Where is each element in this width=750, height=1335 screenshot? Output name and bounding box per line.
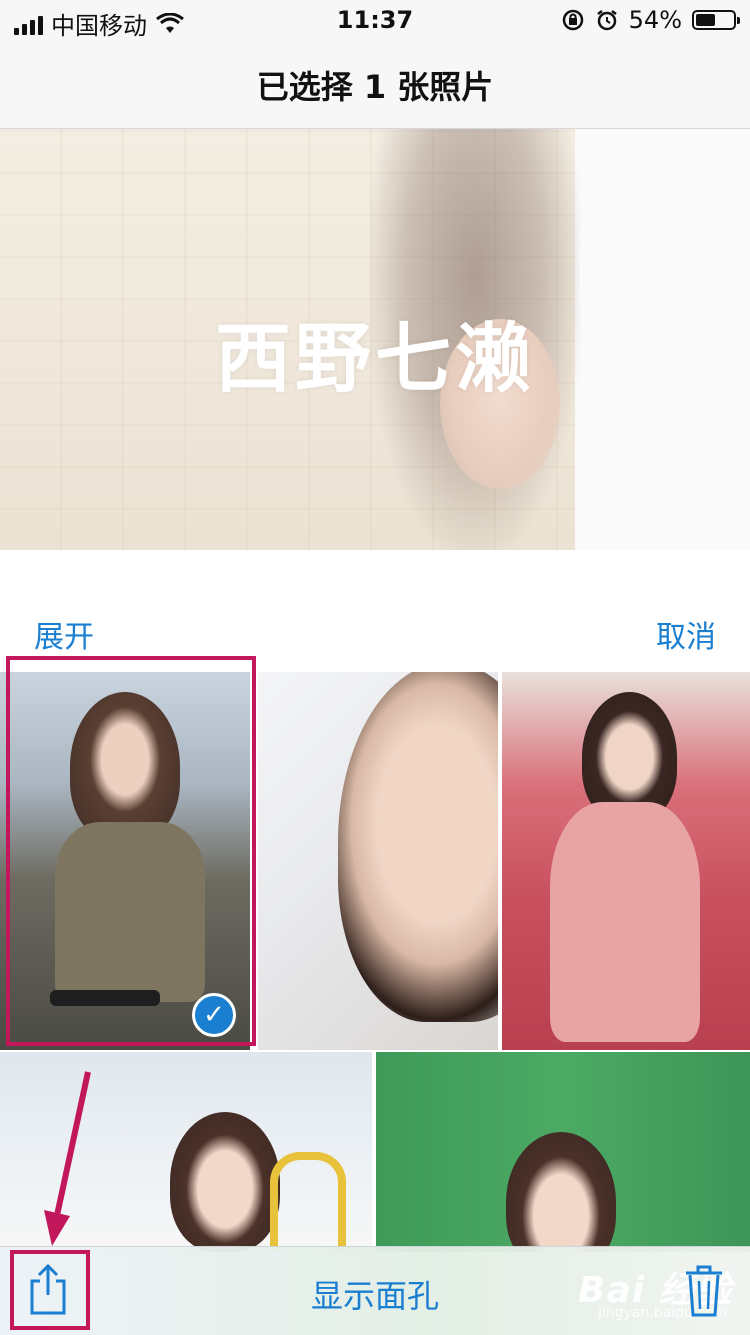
nav-bar: 已选择 1 张照片 xyxy=(0,40,750,129)
cancel-button[interactable]: 取消 xyxy=(656,612,716,656)
memory-title: 西野七濑 xyxy=(215,314,535,403)
photo-thumbnail[interactable] xyxy=(376,1052,750,1252)
alarm-icon xyxy=(596,10,617,31)
checkmark-icon: ✓ xyxy=(192,993,236,1037)
photo-thumbnail[interactable] xyxy=(258,672,498,1050)
status-right: 54% xyxy=(561,6,740,34)
rotation-lock-icon xyxy=(562,9,583,31)
expand-button[interactable]: 展开 xyxy=(34,612,94,656)
selection-highlight xyxy=(6,656,256,1046)
action-row: 展开 取消 xyxy=(0,600,750,660)
photo-thumbnail[interactable] xyxy=(502,672,750,1050)
battery-fill xyxy=(696,14,715,26)
battery-icon xyxy=(692,10,740,30)
share-highlight xyxy=(10,1250,90,1330)
battery-label: 54% xyxy=(628,6,682,34)
status-bar: 中国移动 11:37 54% xyxy=(0,0,750,40)
trash-icon[interactable] xyxy=(684,1263,724,1319)
memory-hero[interactable]: 西野七濑 xyxy=(0,129,750,550)
page-title: 已选择 1 张照片 xyxy=(256,68,494,106)
annotation-arrow xyxy=(44,1071,91,1246)
bottom-toolbar: 显示面孔 Bai 经验 jingyan.baidu.com xyxy=(0,1246,750,1335)
